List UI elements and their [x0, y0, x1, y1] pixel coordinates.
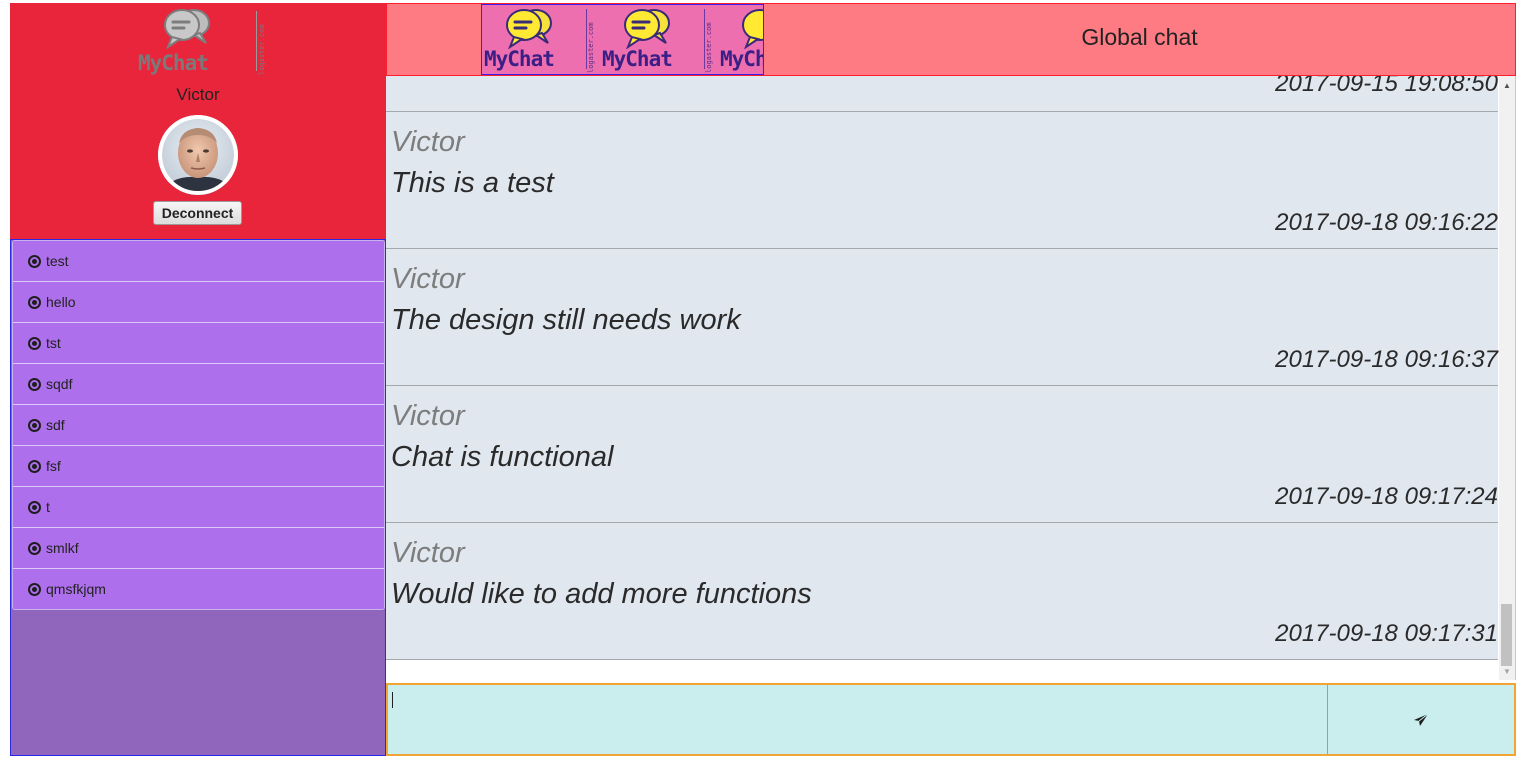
banner-domain: logaster.com [587, 22, 595, 73]
logo-wordmark: MyChat [138, 51, 209, 75]
paper-plane-icon [1414, 713, 1429, 726]
chat-bubbles-icon [164, 9, 210, 49]
radio-target-icon [28, 418, 41, 432]
room-item-hello[interactable]: hello [13, 282, 384, 323]
room-item-tst[interactable]: tst [13, 323, 384, 364]
message-author: Victor [391, 400, 465, 432]
message-item: Victor This is a test 2017-09-18 09:16:2… [386, 112, 1498, 249]
chat-bubbles-icon [506, 9, 552, 49]
message-author: Victor [391, 263, 465, 295]
radio-target-icon [28, 336, 41, 350]
message-author: Victor [391, 537, 465, 569]
room-label: smlkf [46, 540, 79, 556]
room-label: sqdf [46, 376, 73, 392]
room-panel: test hello tst sqdf sdf fsf t smlkf qmsf… [10, 239, 386, 756]
room-item-test[interactable]: test [13, 241, 384, 282]
banner-logo: MyChat logaster.com [482, 5, 600, 74]
radio-target-icon [28, 541, 41, 555]
chat-bubbles-icon [742, 9, 763, 49]
message-item: Victor Chat is functional 2017-09-18 09:… [386, 386, 1498, 523]
banner-logo: MyChat [718, 5, 763, 74]
logo-domain: logaster.com [258, 24, 266, 75]
room-label: sdf [46, 417, 65, 433]
text-caret [392, 692, 393, 708]
message-timestamp: 2017-09-15 19:08:50 [1275, 76, 1498, 97]
user-name: Victor [176, 85, 220, 104]
room-item-qmsfkjqm[interactable]: qmsfkjqm [13, 569, 384, 609]
banner-wordmark: MyChat [720, 47, 763, 71]
radio-target-icon [28, 295, 41, 309]
sidebar-logo: MyChat logaster.com [138, 7, 268, 75]
room-item-t[interactable]: t [13, 487, 384, 528]
message-item: Victor Would like to add more functions … [386, 523, 1498, 660]
message-timestamp: 2017-09-18 09:16:37 [1275, 346, 1498, 373]
message-list-content: 2017-09-15 19:08:50 Victor This is a tes… [386, 76, 1498, 660]
message-timestamp: 2017-09-18 09:17:31 [1275, 620, 1498, 647]
room-label: hello [46, 294, 76, 310]
room-label: fsf [46, 458, 61, 474]
message-input[interactable] [388, 685, 1328, 754]
user-avatar-photo [158, 115, 238, 195]
message-text: The design still needs work [391, 304, 741, 336]
room-label: qmsfkjqm [46, 581, 106, 597]
chat-bubbles-icon [624, 9, 670, 49]
chat-title: Global chat [1081, 24, 1198, 50]
room-item-smlkf[interactable]: smlkf [13, 528, 384, 569]
logo-divider [256, 11, 257, 71]
room-label: t [46, 499, 50, 515]
message-author: Victor [391, 126, 465, 158]
scroll-up-arrow-icon[interactable]: ▲ [1503, 82, 1511, 90]
message-timestamp: 2017-09-18 09:16:22 [1275, 209, 1498, 236]
message-text: Would like to add more functions [391, 578, 812, 610]
banner-logo: MyChat logaster.com [600, 5, 718, 74]
banner-wordmark: MyChat [602, 47, 673, 71]
chat-header: MyChat logaster.com MyChat logaster.com [386, 3, 1516, 76]
send-button[interactable] [1328, 685, 1514, 754]
message-text: Chat is functional [391, 441, 614, 473]
radio-target-icon [28, 459, 41, 473]
message-composer [386, 683, 1516, 756]
header-banner: MyChat logaster.com MyChat logaster.com [481, 4, 764, 75]
room-item-sqdf[interactable]: sqdf [13, 364, 384, 405]
avatar[interactable] [158, 115, 238, 195]
room-item-sdf[interactable]: sdf [13, 405, 384, 446]
radio-target-icon [28, 500, 41, 514]
room-label: tst [46, 335, 61, 351]
message-list[interactable]: 2017-09-15 19:08:50 Victor This is a tes… [386, 76, 1516, 680]
radio-target-icon [28, 254, 41, 268]
message-text: This is a test [391, 167, 554, 199]
message-timestamp: 2017-09-18 09:17:24 [1275, 483, 1498, 510]
radio-target-icon [28, 377, 41, 391]
room-item-fsf[interactable]: fsf [13, 446, 384, 487]
profile-panel: MyChat logaster.com Victor Deconnect [10, 3, 386, 239]
banner-wordmark: MyChat [484, 47, 555, 71]
room-label: test [46, 253, 69, 269]
disconnect-button[interactable]: Deconnect [153, 201, 242, 225]
room-list: test hello tst sqdf sdf fsf t smlkf qmsf… [12, 240, 385, 610]
scroll-down-arrow-icon[interactable]: ▼ [1503, 668, 1511, 676]
scroll-thumb[interactable] [1501, 604, 1512, 666]
banner-domain: logaster.com [705, 22, 713, 73]
radio-target-icon [28, 582, 41, 596]
message-scrollbar[interactable]: ▲ ▼ [1499, 76, 1515, 680]
message-item: Victor The design still needs work 2017-… [386, 249, 1498, 386]
